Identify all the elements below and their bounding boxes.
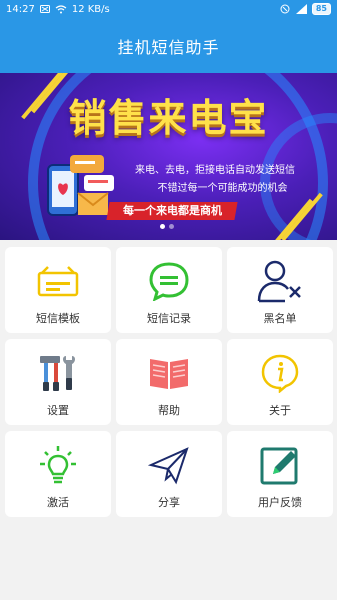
- menu-item-label: 关于: [269, 404, 291, 417]
- banner-ribbon: 每一个来电都是商机: [106, 202, 238, 220]
- menu-item-label: 短信记录: [147, 312, 191, 325]
- network-speed: 12 KB/s: [71, 3, 110, 15]
- menu-item-feedback[interactable]: 用户反馈: [227, 431, 333, 517]
- notification-icon: [39, 5, 50, 13]
- banner-subtitle-1: 来电、去电，拒接电话自动发送短信: [135, 165, 295, 176]
- blacklist-icon: [255, 257, 305, 305]
- banner-subtitle-2: 不错过每一个可能成功的机会: [157, 183, 288, 194]
- menu-item-label: 分享: [158, 496, 180, 509]
- wifi-icon: [55, 4, 67, 14]
- menu-item-help[interactable]: 帮助: [116, 339, 222, 425]
- vibrate-icon: [279, 4, 291, 14]
- banner-ribbon-text: 每一个来电都是商机: [122, 204, 222, 217]
- menu-item-label: 用户反馈: [258, 496, 302, 509]
- book-icon: [144, 349, 194, 397]
- edit-icon: [255, 441, 305, 489]
- menu-item-settings[interactable]: 设置: [5, 339, 111, 425]
- menu-item-activate[interactable]: 激活: [5, 431, 111, 517]
- menu-item-label: 短信模板: [36, 312, 80, 325]
- carousel-dot[interactable]: [169, 224, 174, 229]
- menu-item-label: 设置: [47, 404, 69, 417]
- sms-template-icon: [33, 257, 83, 305]
- menu-item-about[interactable]: 关于: [227, 339, 333, 425]
- sms-record-icon: [144, 257, 194, 305]
- lightbulb-icon: [33, 441, 83, 489]
- menu-item-sms-template[interactable]: 短信模板: [5, 247, 111, 333]
- promo-banner[interactable]: 销售来电宝 来电、去电，拒接电话自动发送短信 不错过每一个可能成功的机会 每一个…: [0, 73, 337, 240]
- signal-icon: [295, 4, 307, 14]
- page-title: 挂机短信助手: [117, 37, 220, 57]
- carousel-dot[interactable]: [160, 224, 165, 229]
- menu-item-label: 帮助: [158, 404, 180, 417]
- tools-icon: [33, 349, 83, 397]
- banner-title: 销售来电宝: [68, 96, 269, 140]
- carousel-indicator[interactable]: [160, 224, 174, 229]
- app-bar: 挂机短信助手: [0, 18, 337, 73]
- status-bar: 14:27 12 KB/s 85: [0, 0, 337, 18]
- battery-level: 85: [311, 3, 331, 15]
- menu-item-share[interactable]: 分享: [116, 431, 222, 517]
- paper-plane-icon: [144, 441, 194, 489]
- menu-item-label: 激活: [47, 496, 69, 509]
- status-time: 14:27: [6, 3, 35, 15]
- menu-item-blacklist[interactable]: 黑名单: [227, 247, 333, 333]
- menu-item-label: 黑名单: [263, 312, 297, 325]
- menu-item-sms-record[interactable]: 短信记录: [116, 247, 222, 333]
- info-icon: [255, 349, 305, 397]
